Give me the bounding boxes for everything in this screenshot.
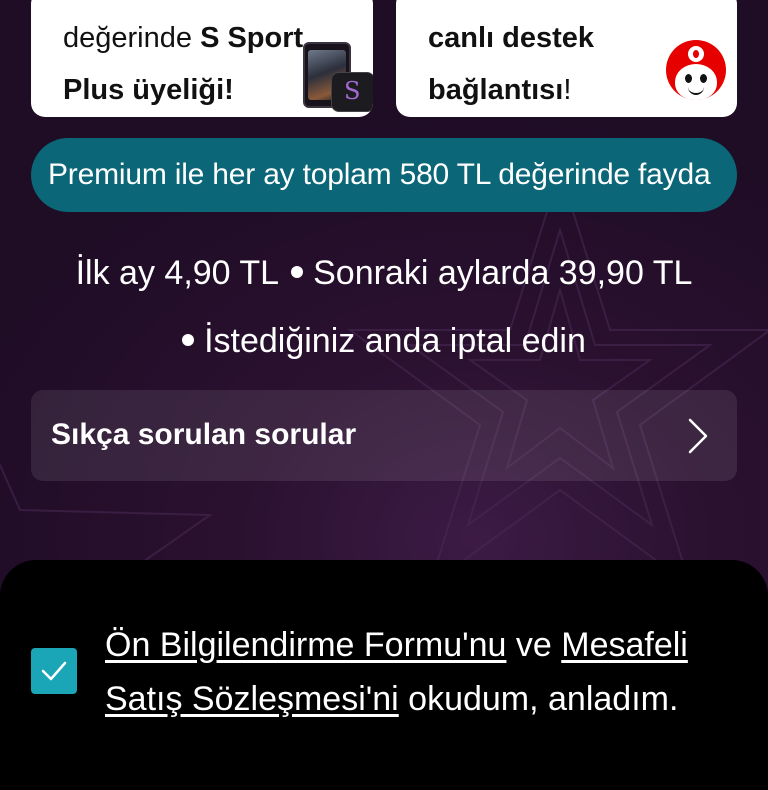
bullet-icon xyxy=(182,334,195,347)
vodafone-mascot-image xyxy=(666,40,726,100)
tv-box-image: S xyxy=(331,72,373,112)
faq-label: Sıkça sorulan sorular xyxy=(51,418,357,451)
later-months-price: Sonraki aylarda 39,90 TL xyxy=(313,254,693,292)
first-month-price: İlk ay 4,90 TL xyxy=(75,254,280,292)
promo-card-s-sport-text: değerinde S Sport Plus üyeliği! xyxy=(63,12,303,116)
promo-card-s-sport-prefix: değerinde xyxy=(63,22,201,54)
cancel-line: İstediğiniz anda iptal edin xyxy=(0,322,768,361)
benefit-banner: Premium ile her ay toplam 580 TL değerin… xyxy=(31,138,737,212)
promo-card-live-support-suffix: ! xyxy=(563,74,572,106)
pricing-line: İlk ay 4,90 TL Sonraki aylarda 39,90 TL xyxy=(0,254,768,293)
consent-text: Ön Bilgilendirme Formu'nu ve Mesafeli Sa… xyxy=(105,618,745,726)
promo-card-live-support-text: canlı destek bağlantısı! xyxy=(428,12,594,116)
preliminary-info-form-link[interactable]: Ön Bilgilendirme Formu'nu xyxy=(105,626,506,664)
consent-suffix: okudum, anladım. xyxy=(398,680,679,718)
promo-card-live-support-line2: bağlantısı xyxy=(428,74,564,106)
checkmark-icon xyxy=(41,661,67,681)
consent-checkbox[interactable] xyxy=(31,648,77,694)
faq-row[interactable]: Sıkça sorulan sorular xyxy=(31,390,737,481)
promo-card-s-sport-line2: Plus üyeliği! xyxy=(63,74,234,106)
cancel-anytime-text: İstediğiniz anda iptal edin xyxy=(204,322,586,360)
consent-connector: ve xyxy=(506,626,562,664)
chevron-right-icon xyxy=(688,418,708,454)
promo-card-s-sport-brand: S Sport xyxy=(200,22,304,54)
promo-card-live-support: canlı destek bağlantısı! xyxy=(396,0,737,117)
benefit-banner-text: Premium ile her ay toplam 580 TL değerin… xyxy=(48,158,711,191)
bullet-icon xyxy=(291,266,304,279)
promo-card-s-sport: değerinde S Sport Plus üyeliği! S xyxy=(31,0,373,117)
promo-card-live-support-line1: canlı destek xyxy=(428,22,595,54)
